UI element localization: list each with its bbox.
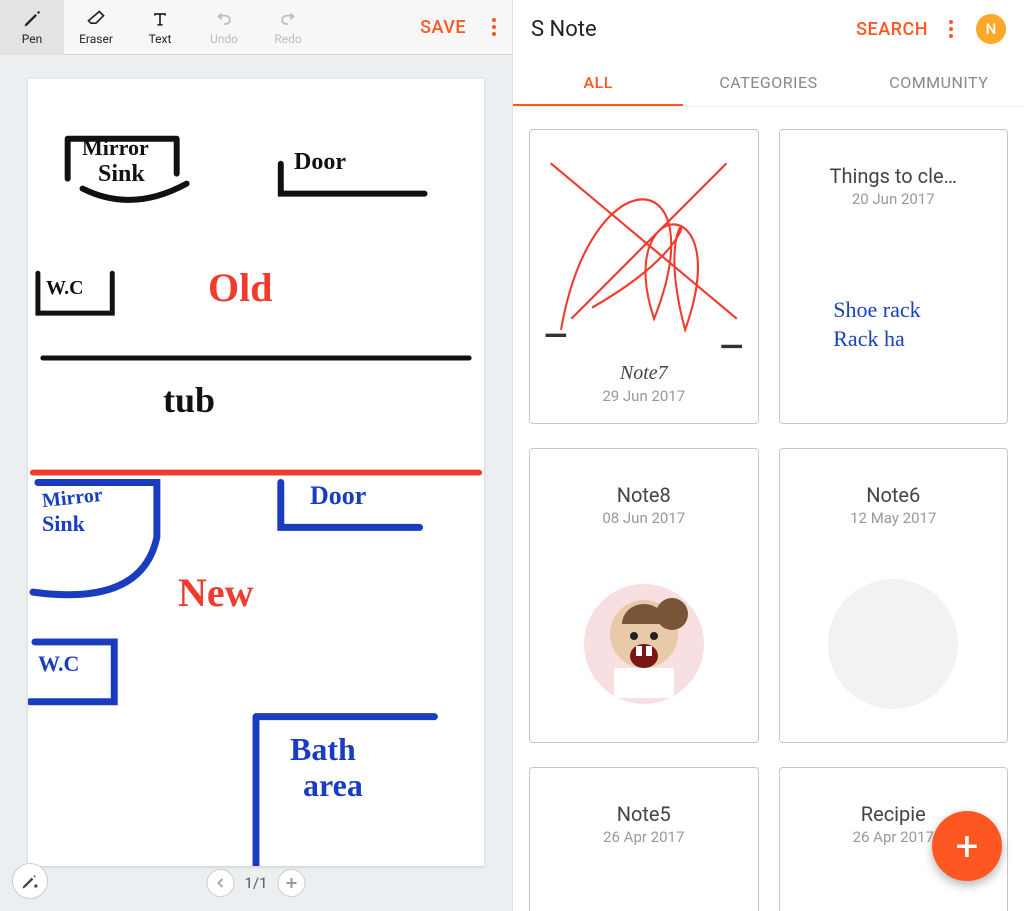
cartoon-avatar-icon bbox=[584, 584, 704, 704]
pen-tool-button[interactable]: Pen bbox=[0, 0, 64, 55]
tab-bar: ALL CATEGORIES COMMUNITY bbox=[513, 58, 1024, 106]
plus-icon bbox=[286, 877, 298, 889]
canvas-label: W.C bbox=[38, 651, 79, 677]
pen-icon bbox=[21, 8, 43, 30]
redo-button[interactable]: Redo bbox=[256, 0, 320, 55]
canvas-strokes bbox=[28, 79, 484, 866]
notes-grid[interactable]: Note7 29 Jun 2017 Things to cle… 20 Jun … bbox=[513, 107, 1024, 911]
eraser-tool-button[interactable]: Eraser bbox=[64, 0, 128, 55]
plus-icon: + bbox=[956, 823, 979, 870]
note-thumbnail bbox=[780, 545, 1008, 742]
canvas-label: New bbox=[178, 569, 254, 616]
canvas-label: area bbox=[303, 767, 363, 804]
new-note-fab[interactable]: + bbox=[932, 811, 1002, 881]
undo-button[interactable]: Undo bbox=[192, 0, 256, 55]
editor-toolbar: Pen Eraser Text Undo bbox=[0, 0, 512, 55]
pen-star-icon bbox=[20, 871, 40, 891]
tab-categories[interactable]: CATEGORIES bbox=[683, 58, 853, 106]
save-button[interactable]: SAVE bbox=[410, 17, 476, 38]
tool-label: Pen bbox=[22, 32, 42, 46]
canvas-label: Mirror bbox=[82, 135, 149, 161]
tab-all[interactable]: ALL bbox=[513, 58, 683, 106]
account-avatar[interactable]: N bbox=[976, 14, 1006, 44]
tool-label: Text bbox=[149, 32, 172, 46]
note-card[interactable]: Note8 08 Jun 2017 bbox=[529, 448, 759, 743]
note-card[interactable]: Note7 29 Jun 2017 bbox=[529, 129, 759, 424]
chevron-left-icon bbox=[215, 878, 225, 888]
page-prev-button[interactable] bbox=[206, 869, 234, 897]
canvas-label: Sink bbox=[98, 161, 145, 188]
eraser-icon bbox=[85, 8, 107, 30]
note-card[interactable]: Note5 26 Apr 2017 bbox=[529, 767, 759, 911]
note-title: Note8 bbox=[530, 483, 758, 507]
scribble-icon bbox=[530, 130, 758, 352]
note-date: 29 Jun 2017 bbox=[530, 387, 758, 405]
more-vertical-icon bbox=[492, 25, 496, 29]
editor-pane: Pen Eraser Text Undo bbox=[0, 0, 513, 911]
note-thumbnail: Shoe rack Rack ha bbox=[780, 226, 1008, 423]
list-more-button[interactable] bbox=[936, 27, 966, 31]
preview-line: Rack ha bbox=[833, 325, 963, 354]
pen-settings-button[interactable] bbox=[12, 863, 48, 899]
canvas-label: Sink bbox=[42, 511, 85, 537]
tab-community[interactable]: COMMUNITY bbox=[854, 58, 1024, 106]
redo-icon bbox=[277, 8, 299, 30]
canvas-area: Mirror Sink Door W.C Old tub Mirror Sink… bbox=[0, 55, 512, 911]
editor-more-button[interactable] bbox=[476, 25, 512, 29]
drawing-canvas[interactable]: Mirror Sink Door W.C Old tub Mirror Sink… bbox=[28, 79, 484, 866]
blank-preview-icon bbox=[828, 579, 958, 709]
text-tool-button[interactable]: Text bbox=[128, 0, 192, 55]
note-title: Note6 bbox=[780, 483, 1008, 507]
note-title: Things to cle… bbox=[780, 164, 1008, 188]
note-date: 26 Apr 2017 bbox=[530, 828, 758, 846]
canvas-label: Old bbox=[208, 264, 272, 311]
search-button[interactable]: SEARCH bbox=[856, 19, 928, 40]
note-date: 12 May 2017 bbox=[780, 509, 1008, 527]
canvas-label: tub bbox=[163, 379, 215, 421]
pager: 1/1 bbox=[206, 869, 305, 897]
tool-label: Undo bbox=[210, 32, 238, 46]
canvas-label: W.C bbox=[46, 277, 84, 300]
note-title: Note5 bbox=[530, 802, 758, 826]
undo-icon bbox=[213, 8, 235, 30]
more-vertical-icon bbox=[949, 27, 953, 31]
note-date: 20 Jun 2017 bbox=[780, 190, 1008, 208]
text-icon bbox=[149, 8, 171, 30]
canvas-label: Door bbox=[294, 149, 346, 176]
note-thumbnail bbox=[530, 545, 758, 742]
note-card[interactable]: Things to cle… 20 Jun 2017 Shoe rack Rac… bbox=[779, 129, 1009, 424]
note-thumbnail bbox=[530, 130, 758, 352]
note-date: 08 Jun 2017 bbox=[530, 509, 758, 527]
app-title: S Note bbox=[531, 17, 597, 42]
tool-label: Redo bbox=[274, 32, 301, 46]
note-title: Note7 bbox=[530, 362, 758, 385]
tool-label: Eraser bbox=[79, 32, 113, 46]
page-add-button[interactable] bbox=[278, 869, 306, 897]
note-card[interactable]: Note6 12 May 2017 bbox=[779, 448, 1009, 743]
canvas-label: Door bbox=[310, 481, 366, 511]
preview-line: Shoe rack bbox=[833, 296, 963, 325]
page-indicator: 1/1 bbox=[244, 874, 267, 892]
notes-list-pane: S Note SEARCH N ALL CATEGORIES COMMUNITY bbox=[513, 0, 1024, 911]
canvas-label: Bath bbox=[290, 731, 356, 768]
list-header: S Note SEARCH N bbox=[513, 0, 1024, 58]
